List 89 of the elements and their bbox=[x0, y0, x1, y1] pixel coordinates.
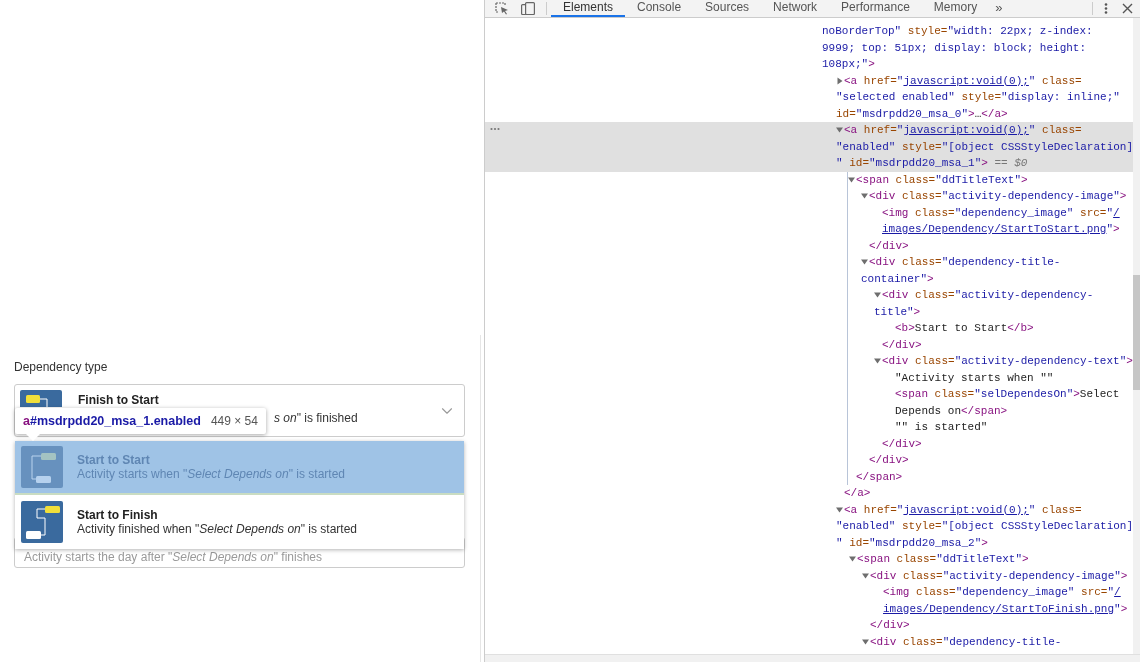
code-line: <div class="dependency-title- bbox=[869, 255, 1061, 270]
triangle-down-icon[interactable] bbox=[848, 175, 856, 184]
option-description: s on" is finished bbox=[274, 410, 359, 425]
code-line: <img class="dependency_image" src="/ bbox=[882, 205, 1120, 221]
device-toolbar-icon[interactable] bbox=[521, 2, 535, 15]
dom-node-row[interactable]: <a href="javascript:void(0);" class= "enabled" style="[object CSSStyleDeclaration] " id="msdrpdd20_msa_1"> == $0 bbox=[836, 122, 1133, 172]
dropdown-option[interactable]: Start to Finish Activity finished when "Select Depends on" is started bbox=[15, 495, 464, 549]
code-line: "enabled" style="[object CSSStyleDeclaration] bbox=[836, 139, 1133, 155]
triangle-down-icon[interactable] bbox=[836, 126, 844, 135]
dom-node-row[interactable]: <span class="ddTitleText"> bbox=[849, 551, 1133, 568]
option-description: Activity starts when "Select Depends on" is started bbox=[77, 467, 346, 481]
code-line: <span class="selDependesOn">Select bbox=[895, 387, 1120, 402]
dom-node-row[interactable]: <b>Start to Start</b> bbox=[887, 320, 1133, 337]
code-line: </div> bbox=[869, 453, 909, 468]
code-line: <div class="dependency-title- bbox=[870, 634, 1062, 650]
code-line: "enabled" style="[object CSSStyleDeclaration] bbox=[836, 519, 1133, 534]
element-size: 449 × 54 bbox=[210, 414, 258, 428]
code-line: title"> bbox=[874, 304, 921, 320]
code-line: "Activity starts when "" bbox=[895, 370, 1054, 386]
triangle-down-icon[interactable] bbox=[861, 192, 869, 201]
option-description: Activity finished when "Select Depends on" is started bbox=[77, 522, 358, 536]
code-line: noBorderTop" style="width: 22px; z-index: bbox=[822, 24, 1093, 39]
field-text: Activity starts the day after "Select Depends on" finishes bbox=[24, 550, 322, 564]
triangle-down-icon[interactable] bbox=[836, 505, 844, 514]
code-line: </div> bbox=[869, 238, 909, 254]
code-line: container"> bbox=[861, 271, 934, 287]
triangle-down-icon[interactable] bbox=[874, 291, 882, 300]
dom-node-row[interactable]: <a href="javascript:void(0);" class= "selected enabled" style="display: inline;" id="msdrpdd20_msa_0">…</a> bbox=[836, 72, 1133, 122]
code-line: " id="msdrpdd20_msa_2"> bbox=[836, 535, 988, 551]
devtools-tab[interactable]: Elements bbox=[551, 0, 626, 17]
inspect-icon[interactable] bbox=[495, 2, 510, 15]
vertical-scrollbar[interactable] bbox=[1133, 18, 1140, 654]
triangle-down-icon[interactable] bbox=[874, 357, 882, 366]
code-line: Depends on</span> bbox=[895, 403, 1008, 419]
code-line: <div class="activity-dependency-image"> bbox=[869, 189, 1127, 204]
code-line: <a href="javascript:void(0);" class= bbox=[844, 73, 1082, 89]
code-line: "" is started" bbox=[895, 420, 988, 435]
dom-node-row[interactable]: <img class="dependency_image" src="/ images/Dependency/StartToFinish.png"> bbox=[875, 584, 1133, 617]
code-line: </div> bbox=[882, 436, 922, 452]
dom-node-row[interactable]: "" is started" bbox=[887, 419, 1133, 436]
code-line: <b>Start to Start</b> bbox=[895, 321, 1034, 336]
dom-node-row[interactable]: <div class="activity-dependency-image"> bbox=[861, 188, 1133, 205]
devtools-tab[interactable]: Memory bbox=[921, 0, 990, 17]
code-line: </a> bbox=[844, 486, 871, 501]
dom-node-row[interactable]: <a href="javascript:void(0);" class= "enabled" style="[object CSSStyleDeclaration] " id="msdrpdd20_msa_2"> bbox=[836, 501, 1133, 551]
field-label: Dependency type bbox=[14, 359, 109, 376]
code-line: 9999; top: 51px; display: block; height: bbox=[822, 40, 1087, 56]
code-line: </div> bbox=[882, 337, 922, 353]
option-title: Start to Finish bbox=[77, 508, 159, 522]
code-line: 108px;"> bbox=[822, 57, 875, 72]
horizontal-scrollbar[interactable] bbox=[485, 654, 1140, 662]
code-line: </span> bbox=[856, 469, 903, 485]
dom-node-row[interactable]: <span class="selDependesOn">Select Depends on</span> bbox=[887, 386, 1133, 419]
triangle-down-icon[interactable] bbox=[849, 555, 857, 564]
close-icon[interactable] bbox=[1122, 3, 1133, 14]
code-line: "selected enabled" style="display: inline;" bbox=[836, 90, 1120, 105]
option-title: Finish to Start bbox=[78, 392, 160, 407]
triangle-down-icon[interactable] bbox=[861, 258, 869, 267]
code-line: " id="msdrpdd20_msa_1"> == $0 bbox=[836, 156, 1028, 171]
dom-node-row[interactable]: <div class="activity-dependency- title"> bbox=[874, 287, 1133, 320]
triangle-down-icon[interactable] bbox=[862, 637, 870, 646]
dom-node-row[interactable]: <div class="dependency-title- bbox=[862, 633, 1133, 650]
devtools-tab[interactable]: Console bbox=[625, 0, 694, 17]
code-line: <a href="javascript:void(0);" class= bbox=[844, 502, 1082, 518]
code-line: images/Dependency/StartToFinish.png"> bbox=[883, 601, 1128, 617]
code-line: <div class="activity-dependency- bbox=[882, 288, 1094, 303]
element-selector: a#msdrpdd20_msa_1.enabled bbox=[23, 414, 201, 428]
triangle-right-icon[interactable] bbox=[836, 76, 844, 85]
devtools-tab[interactable]: Network bbox=[761, 0, 830, 17]
code-line: <a href="javascript:void(0);" class= bbox=[844, 123, 1082, 138]
devtools-tab[interactable]: Sources bbox=[693, 0, 762, 17]
triangle-down-icon[interactable] bbox=[862, 571, 870, 580]
code-line: <span class="ddTitleText"> bbox=[856, 172, 1028, 188]
code-line: <span class="ddTitleText"> bbox=[857, 552, 1029, 567]
option-title: Start to Start bbox=[77, 453, 151, 467]
dom-node-row[interactable]: "Activity starts when "" bbox=[887, 369, 1133, 386]
code-line: images/Dependency/StartToStart.png"> bbox=[882, 222, 1120, 237]
dependency-diagram-icon bbox=[21, 501, 63, 543]
dom-node-row[interactable]: <div class="dependency-title- container"> bbox=[861, 254, 1133, 287]
code-line: </div> bbox=[870, 618, 910, 633]
dom-node-row[interactable]: <span class="ddTitleText"> bbox=[848, 171, 1133, 188]
kebab-menu-icon[interactable] bbox=[1104, 2, 1108, 15]
code-line: <img class="dependency_image" src="/ bbox=[883, 585, 1121, 600]
more-icon[interactable] bbox=[490, 127, 500, 131]
more-tabs-button[interactable]: » bbox=[989, 0, 1009, 17]
code-line: id="msdrpdd20_msa_0">…</a> bbox=[836, 106, 1008, 122]
devtools-tab[interactable]: Performance bbox=[829, 0, 922, 17]
dom-node-row[interactable]: <img class="dependency_image" src="/ images/Dependency/StartToStart.png"> bbox=[874, 204, 1133, 238]
dependency-diagram-icon bbox=[21, 446, 63, 488]
